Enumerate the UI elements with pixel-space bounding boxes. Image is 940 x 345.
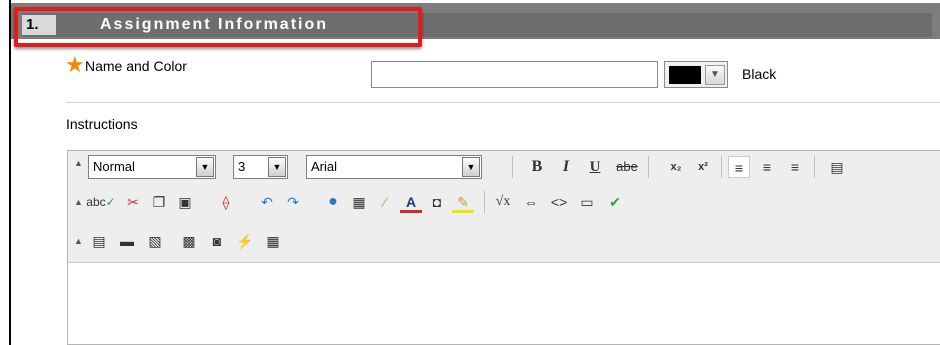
math-icon[interactable]: √x xyxy=(492,191,514,213)
undo-icon[interactable]: ↶ xyxy=(256,191,278,213)
name-input[interactable] xyxy=(371,61,658,88)
fullscreen-icon[interactable]: ▭ xyxy=(576,191,598,213)
bold-button[interactable]: B xyxy=(526,156,548,178)
divider xyxy=(66,102,940,103)
insert-audio-icon[interactable]: ▩ xyxy=(178,230,200,252)
insert-flash-icon[interactable]: ⚡ xyxy=(234,230,256,252)
preview-check-icon[interactable]: ✔ xyxy=(604,191,626,213)
strikethrough-button[interactable]: abe xyxy=(613,156,641,178)
mashup-icon[interactable]: ⇔ xyxy=(520,191,542,213)
color-picker[interactable]: ▼ xyxy=(664,61,728,88)
paste-document-icon[interactable]: ▤ xyxy=(826,156,848,178)
insert-media-icon[interactable]: ▧ xyxy=(144,230,166,252)
collapse-row-icon[interactable]: ▲ xyxy=(74,158,83,168)
font-select[interactable]: Arial ▼ xyxy=(306,155,482,179)
chevron-down-icon[interactable]: ▼ xyxy=(705,65,725,85)
insert-mashup-icon[interactable]: ▦ xyxy=(262,230,284,252)
required-icon: ★ xyxy=(65,52,85,77)
highlight-box xyxy=(14,7,422,47)
embed-icon[interactable]: ◘ xyxy=(426,191,448,213)
check-icon: ✓ xyxy=(105,195,116,209)
format-select[interactable]: Normal ▼ xyxy=(88,155,216,179)
align-left-icon[interactable]: ≡ xyxy=(728,156,750,178)
chevron-down-icon: ▼ xyxy=(196,157,214,177)
editor-toolbar: ▲ Normal ▼ 3 ▼ Arial ▼ B I U abe x₂ x² ≡… xyxy=(68,151,940,263)
italic-button[interactable]: I xyxy=(555,156,577,178)
underline-button[interactable]: U xyxy=(584,156,606,178)
align-right-icon[interactable]: ≡ xyxy=(784,156,806,178)
highlight-pen-icon[interactable]: ✎ xyxy=(452,191,474,213)
collapse-row-icon[interactable]: ▲ xyxy=(74,236,83,246)
table-icon[interactable]: ▦ xyxy=(348,191,370,213)
toolbar-separator xyxy=(512,156,513,178)
font-select-value: Arial xyxy=(311,159,338,174)
toolbar-separator xyxy=(484,191,485,213)
redo-icon[interactable]: ↷ xyxy=(282,191,304,213)
html-code-icon[interactable]: <> xyxy=(548,191,570,213)
align-center-icon[interactable]: ≡ xyxy=(756,156,778,178)
format-select-value: Normal xyxy=(93,159,135,174)
paste-icon[interactable]: ▣ xyxy=(174,191,196,213)
spellcheck-icon[interactable]: abc✓ xyxy=(86,191,116,213)
copy-icon[interactable]: ❐ xyxy=(148,191,170,213)
chevron-down-icon: ▼ xyxy=(268,157,286,177)
unlink-icon[interactable]: ⟠ xyxy=(215,191,237,213)
page-left-border xyxy=(9,0,11,345)
attach-file-icon[interactable]: ▤ xyxy=(88,230,110,252)
chevron-down-icon: ▼ xyxy=(462,157,480,177)
spellcheck-label: abc xyxy=(86,195,106,209)
instructions-label: Instructions xyxy=(66,116,138,132)
toolbar-separator xyxy=(648,156,649,178)
line-draw-icon[interactable]: ∕ xyxy=(374,191,396,213)
toolbar-separator xyxy=(814,156,815,178)
size-select[interactable]: 3 ▼ xyxy=(233,155,288,179)
link-globe-icon[interactable]: ● xyxy=(322,191,344,213)
insert-image-icon[interactable]: ▬ xyxy=(116,230,138,252)
text-color-icon[interactable]: A xyxy=(400,191,422,213)
color-name: Black xyxy=(742,66,777,82)
insert-video-icon[interactable]: ◙ xyxy=(206,230,228,252)
toolbar-separator xyxy=(721,156,722,178)
subscript-button[interactable]: x₂ xyxy=(665,156,687,178)
collapse-row-icon[interactable]: ▲ xyxy=(74,197,83,207)
color-swatch xyxy=(669,66,701,84)
name-label: Name and Color xyxy=(85,58,187,74)
rich-text-editor[interactable]: ▲ Normal ▼ 3 ▼ Arial ▼ B I U abe x₂ x² ≡… xyxy=(67,150,940,345)
superscript-button[interactable]: x² xyxy=(692,156,714,178)
size-select-value: 3 xyxy=(238,159,246,174)
cut-icon[interactable]: ✂ xyxy=(122,191,144,213)
